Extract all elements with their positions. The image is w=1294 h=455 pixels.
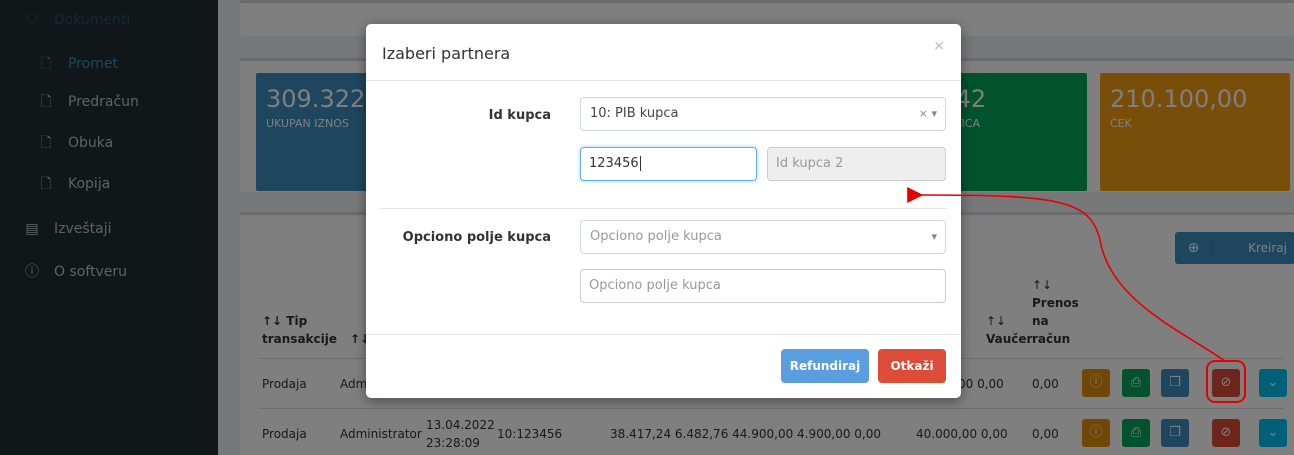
close-icon[interactable]: × [933, 38, 945, 54]
clear-dropdown-icon[interactable]: × ▾ [919, 98, 937, 130]
id-kupca-input[interactable]: 123456 [580, 147, 757, 181]
refund-button[interactable]: Refundiraj [781, 349, 869, 383]
modal-header-divider [366, 80, 961, 81]
text-cursor [639, 156, 641, 171]
chevron-down-icon: ▾ [931, 230, 937, 243]
modal-footer-divider [366, 334, 961, 335]
id-kupca-2-placeholder: Id kupca 2 [776, 156, 844, 171]
cancel-button[interactable]: Otkaži [878, 349, 946, 383]
id-kupca-2-input: Id kupca 2 [767, 147, 946, 181]
opciono-select-placeholder: Opciono polje kupca [590, 229, 722, 244]
section-divider [380, 208, 947, 209]
id-kupca-select-value: 10: PIB kupca [590, 106, 679, 121]
modal-title: Izaberi partnera [382, 44, 511, 63]
opciono-input-placeholder: Opciono polje kupca [589, 278, 721, 293]
select-partner-modal: Izaberi partnera × Id kupca 10: PIB kupc… [366, 24, 961, 398]
id-kupca-label: Id kupca [488, 108, 551, 123]
opciono-input[interactable]: Opciono polje kupca [580, 269, 946, 303]
id-kupca-input-value: 123456 [589, 156, 639, 171]
id-kupca-select[interactable]: 10: PIB kupca × ▾ [580, 97, 946, 131]
opciono-select[interactable]: Opciono polje kupca ▾ [580, 220, 946, 254]
opciono-label: Opciono polje kupca [402, 230, 551, 245]
